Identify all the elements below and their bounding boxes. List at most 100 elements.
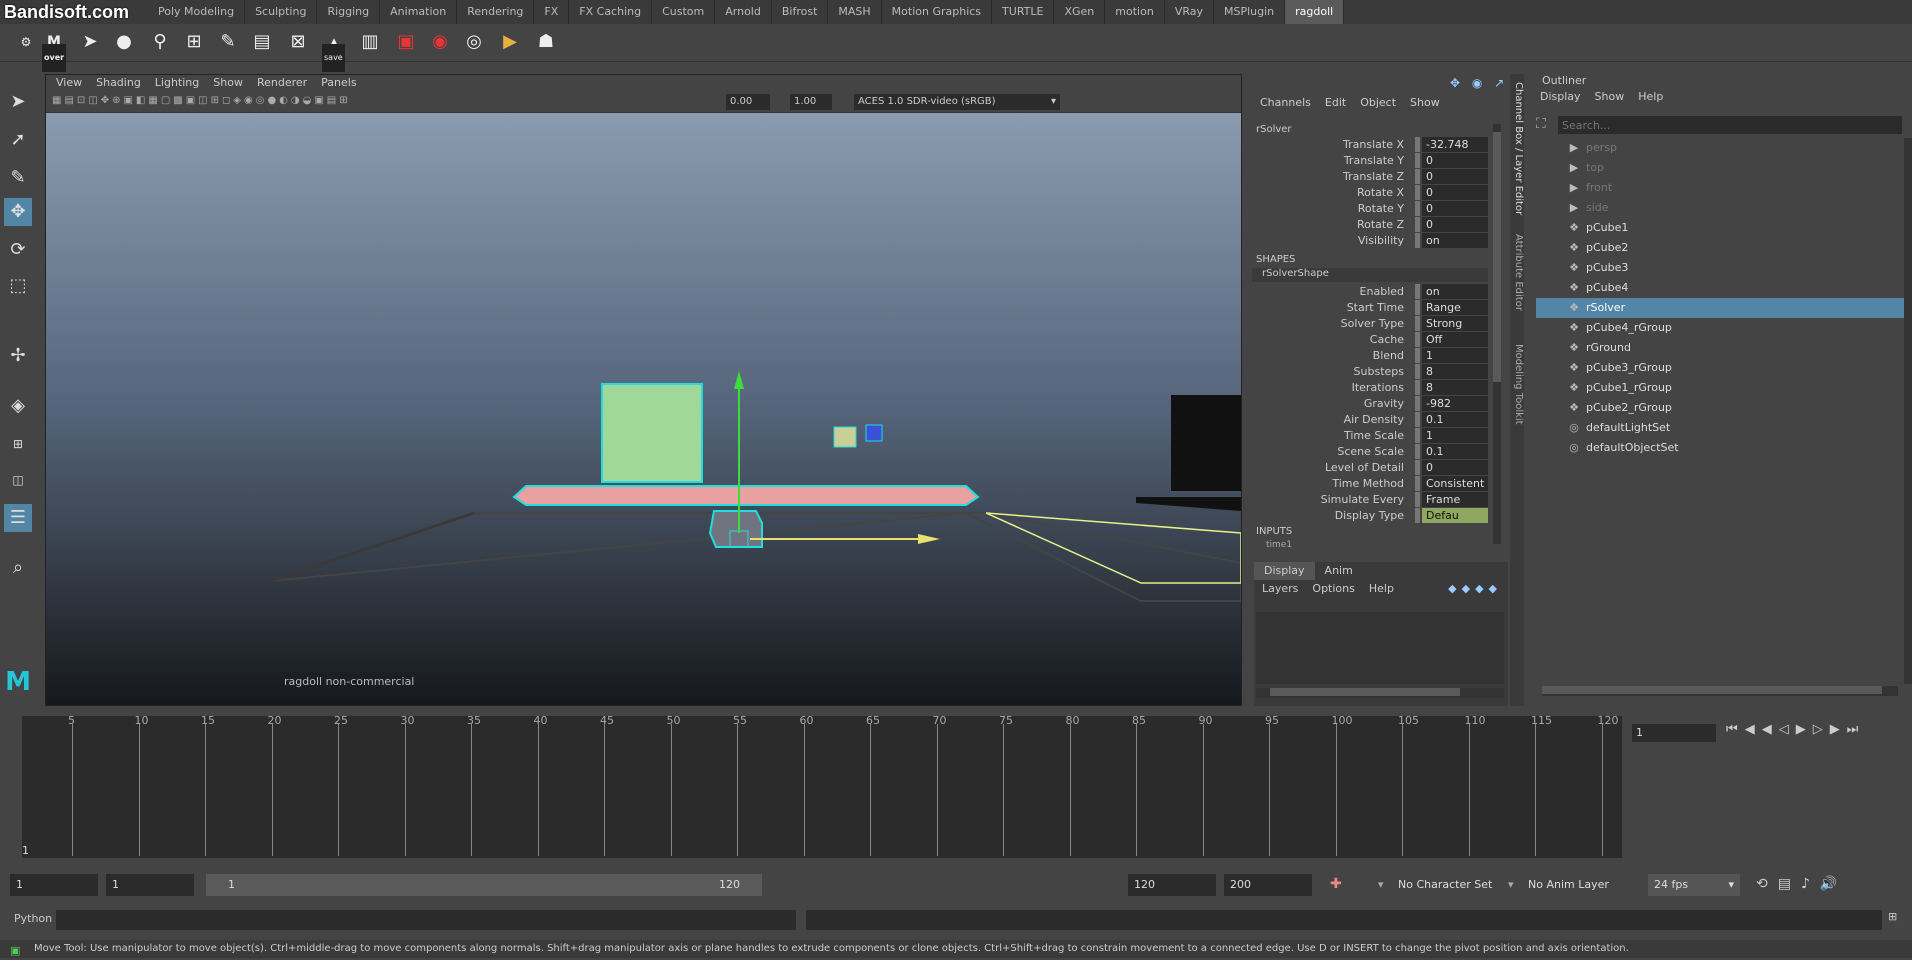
scene-view[interactable]: ragdoll non-commercial: [46, 113, 1241, 705]
playback-end-field[interactable]: 120: [1128, 874, 1216, 896]
shelf-tab-motion[interactable]: motion: [1105, 0, 1165, 24]
channel-value[interactable]: Frame: [1422, 492, 1488, 507]
shelf-tab-vray[interactable]: VRay: [1165, 0, 1214, 24]
channel-row[interactable]: Substeps 8: [1250, 364, 1490, 380]
shelf-tab-turtle[interactable]: TURTLE: [992, 0, 1055, 24]
shelf-tab-arnold[interactable]: Arnold: [715, 0, 772, 24]
layer-list[interactable]: [1256, 612, 1504, 684]
channel-value[interactable]: Strong: [1422, 316, 1488, 331]
shelf-tab-motion-graphics[interactable]: Motion Graphics: [882, 0, 993, 24]
layer-menu-options[interactable]: Options: [1312, 582, 1354, 596]
channel-row[interactable]: Visibility on: [1250, 233, 1490, 249]
outliner-item[interactable]: ❖ rGround: [1536, 338, 1906, 358]
constraint-icon[interactable]: ⊞: [180, 28, 208, 56]
channel-value[interactable]: 0: [1422, 460, 1488, 475]
clipboard-icon[interactable]: ▥: [356, 28, 384, 56]
channel-value[interactable]: on: [1422, 233, 1488, 248]
filter-icon[interactable]: ⛶: [1536, 116, 1546, 132]
outliner-item[interactable]: ❖ pCube1: [1536, 218, 1906, 238]
shelf-tab-animation[interactable]: Animation: [380, 0, 458, 24]
fps-select[interactable]: 24 fps ▾: [1648, 874, 1740, 896]
shelf-tab-sculpting[interactable]: Sculpting: [245, 0, 318, 24]
layer-menu-layers[interactable]: Layers: [1262, 582, 1298, 596]
record-icon[interactable]: ◉: [426, 28, 454, 56]
channel-value[interactable]: Range Start: [1422, 300, 1488, 329]
channel-value[interactable]: Defau: [1422, 508, 1488, 523]
shelf-tab-fx-caching[interactable]: FX Caching: [569, 0, 653, 24]
shelf-tab-xgen[interactable]: XGen: [1054, 0, 1106, 24]
colorspace-select[interactable]: ACES 1.0 SDR-video (sRGB) ▾: [854, 94, 1060, 110]
side-tab-1[interactable]: Attribute Editor: [1510, 234, 1524, 311]
shelf-tab-mash[interactable]: MASH: [828, 0, 882, 24]
channel-value[interactable]: 0: [1422, 153, 1488, 168]
channel-value[interactable]: -32.748: [1422, 137, 1488, 152]
channel-row[interactable]: Iterations 8: [1250, 380, 1490, 396]
two-layout-icon[interactable]: ◫: [4, 466, 32, 494]
channel-menu-channels[interactable]: Channels: [1260, 96, 1311, 109]
channel-value[interactable]: Consistent: [1422, 476, 1488, 491]
channel-value[interactable]: 1: [1422, 348, 1488, 363]
gear-icon[interactable]: ⚙: [12, 28, 40, 56]
channel-row[interactable]: Enabled on: [1250, 284, 1490, 300]
outliner-item[interactable]: ▶ persp: [1536, 138, 1906, 158]
exposure-field[interactable]: 0.00: [726, 94, 770, 110]
current-frame-field[interactable]: 1: [1632, 724, 1716, 742]
side-tab-0[interactable]: Channel Box / Layer Editor: [1510, 82, 1524, 215]
viewport-menu-show[interactable]: Show: [213, 75, 243, 91]
shelf-tab-ragdoll[interactable]: ragdoll: [1285, 0, 1345, 24]
playback-controls-icons[interactable]: ⏮◀◀◁▶▷▶⏭: [1726, 722, 1865, 737]
outliner-item[interactable]: ❖ pCube4: [1536, 278, 1906, 298]
search-input[interactable]: [1558, 116, 1902, 134]
channel-row[interactable]: Rotate Z 0: [1250, 217, 1490, 233]
shelf-tab-fx[interactable]: FX: [534, 0, 570, 24]
channel-row[interactable]: Simulate Every Frame: [1250, 492, 1490, 508]
time-slider[interactable]: 1 5 10 15 20 25 30 35 40 45 50 55 60 65 70 75 80 85 90 95 1…: [22, 714, 1622, 858]
cmd-input[interactable]: [56, 910, 796, 930]
layer-buttons-icons[interactable]: ◆◆◆◆: [1448, 582, 1502, 595]
target-icon[interactable]: ◎: [460, 28, 488, 56]
ghost-icon[interactable]: ☗: [532, 28, 560, 56]
channel-value[interactable]: 0: [1422, 169, 1488, 184]
channel-value[interactable]: -982: [1422, 396, 1488, 411]
channel-row[interactable]: Solver Type Strong: [1250, 316, 1490, 332]
shelf-tab-bifrost[interactable]: Bifrost: [772, 0, 829, 24]
outliner-menu-display[interactable]: Display: [1540, 90, 1581, 103]
range-slider[interactable]: 1 120: [206, 874, 762, 896]
outliner-item[interactable]: ❖ pCube1_rGroup: [1536, 378, 1906, 398]
outliner-item[interactable]: ❖ pCube4_rGroup: [1536, 318, 1906, 338]
viewport-menu-panels[interactable]: Panels: [321, 75, 356, 91]
scene-start-field[interactable]: 1: [10, 874, 98, 896]
viewport-menu-view[interactable]: View: [56, 75, 82, 91]
shelf-tab-msplugin[interactable]: MSPlugin: [1214, 0, 1286, 24]
joint-icon[interactable]: ⚲: [146, 28, 174, 56]
paint-select-icon[interactable]: ✎: [4, 164, 32, 192]
script-editor-icon[interactable]: ⊞: [1888, 910, 1897, 923]
channel-row[interactable]: Translate Z 0: [1250, 169, 1490, 185]
anim-layer-select[interactable]: No Anim Layer: [1522, 874, 1622, 896]
side-tab-2[interactable]: Modeling Toolkit: [1510, 344, 1524, 425]
film-icon[interactable]: ▤: [248, 28, 276, 56]
channel-box-icons[interactable]: ✥ ◉ ↗: [1450, 76, 1508, 90]
select-tool-icon[interactable]: ➤: [4, 88, 32, 116]
character-set-select[interactable]: No Character Set: [1392, 874, 1502, 896]
record-clip-icon[interactable]: ▣: [392, 28, 420, 56]
outliner-scrollbar[interactable]: [1904, 138, 1912, 684]
scale-tool-icon[interactable]: ⬚: [4, 272, 32, 300]
outliner-item[interactable]: ❖ rSolver: [1536, 298, 1906, 318]
channel-menu-show[interactable]: Show: [1410, 96, 1440, 109]
playback-options-icons[interactable]: ⟲▤♪🔊: [1756, 876, 1847, 892]
move-tool-icon[interactable]: ✥: [4, 198, 32, 226]
scene-end-field[interactable]: 200: [1224, 874, 1312, 896]
outliner-item[interactable]: ❖ pCube2: [1536, 238, 1906, 258]
shelf-tab-rendering[interactable]: Rendering: [457, 0, 535, 24]
channel-row[interactable]: Scene Scale 0.1: [1250, 444, 1490, 460]
channel-row[interactable]: Level of Detail 0: [1250, 460, 1490, 476]
shelf-tab-poly-modeling[interactable]: Poly Modeling: [148, 0, 246, 24]
group-icon[interactable]: ⊠: [284, 28, 312, 56]
layer-menu-help[interactable]: Help: [1369, 582, 1394, 596]
maya-over-icon[interactable]: Mover: [40, 28, 68, 72]
channel-value[interactable]: 0: [1422, 201, 1488, 216]
channel-row[interactable]: Start Time Range Start: [1250, 300, 1490, 329]
single-layout-icon[interactable]: ◈: [4, 392, 32, 420]
layer-tab-display[interactable]: Display: [1254, 562, 1315, 580]
